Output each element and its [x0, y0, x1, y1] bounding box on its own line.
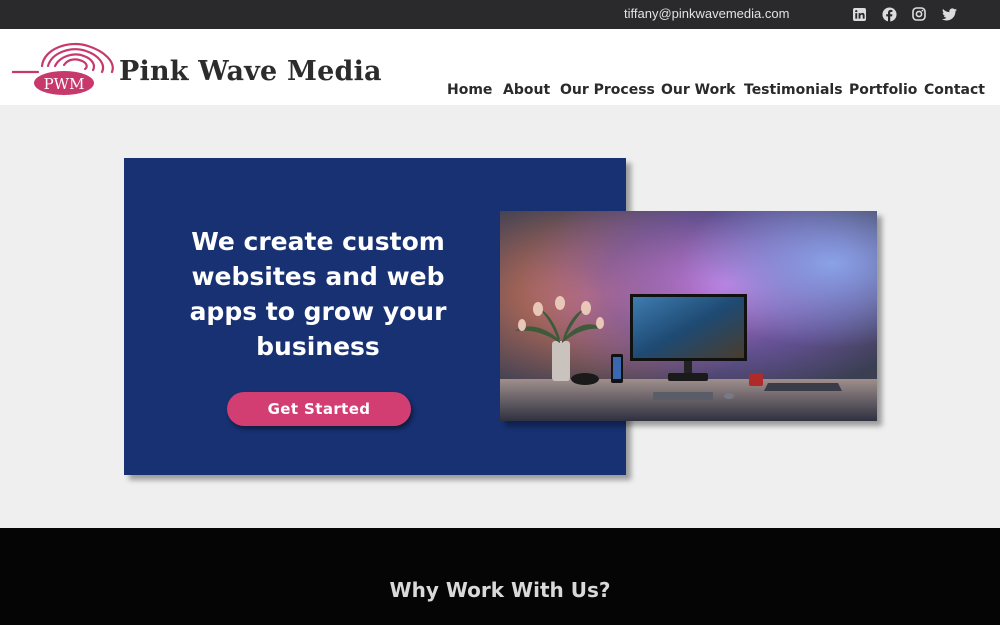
facebook-icon[interactable]: [881, 6, 897, 22]
contact-email-link[interactable]: tiffany@pinkwavemedia.com: [624, 6, 789, 21]
linkedin-icon[interactable]: [851, 6, 867, 22]
logo-monogram: PWM: [44, 75, 85, 93]
why-section: [0, 528, 1000, 625]
brand-name[interactable]: Pink Wave Media: [119, 56, 382, 87]
nav-home[interactable]: Home: [447, 82, 492, 98]
nav-contact[interactable]: Contact: [924, 82, 985, 98]
nav-our-process[interactable]: Our Process: [560, 82, 655, 98]
nav-our-work[interactable]: Our Work: [661, 82, 735, 98]
hero-title: We create custom websites and web apps t…: [189, 227, 447, 361]
twitter-icon[interactable]: [941, 6, 957, 22]
nav-testimonials[interactable]: Testimonials: [744, 82, 843, 98]
get-started-button[interactable]: Get Started: [227, 392, 411, 426]
instagram-icon[interactable]: [911, 6, 927, 22]
nav-portfolio[interactable]: Portfolio: [849, 82, 917, 98]
why-section-title: Why Work With Us?: [389, 578, 611, 602]
top-bar: tiffany@pinkwavemedia.com: [0, 0, 1000, 29]
pwm-logo[interactable]: PWM: [10, 40, 116, 96]
nav-about[interactable]: About: [503, 82, 550, 98]
desk-setup-photo: [500, 211, 877, 421]
